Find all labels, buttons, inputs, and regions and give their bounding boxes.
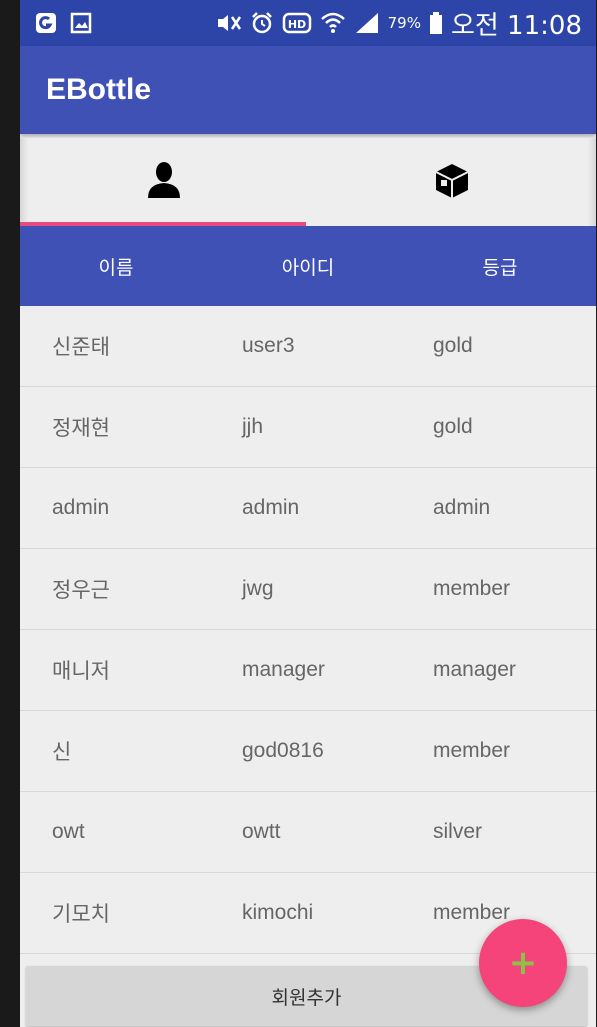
hd-icon: HD <box>282 11 312 35</box>
table-row[interactable]: admin admin admin <box>20 468 596 549</box>
cell-name: owt <box>52 820 85 843</box>
signal-icon <box>354 11 380 35</box>
cell-id: manager <box>242 658 325 681</box>
battery-icon <box>429 11 443 35</box>
tab-bar <box>20 138 596 226</box>
cell-grade: admin <box>433 496 491 519</box>
g-app-icon <box>34 11 58 35</box>
header-name: 이름 <box>98 256 134 279</box>
phone-screen: HD 79% 오전 11:08 EBottle 이름 아이디 등급 신준태 us… <box>20 0 596 1027</box>
header-grade: 등급 <box>482 256 518 279</box>
svg-text:HD: HD <box>287 18 305 31</box>
fab-add-button[interactable]: + <box>479 919 567 1007</box>
cell-grade: gold <box>433 334 473 357</box>
cell-name: 매니저 <box>52 660 110 683</box>
cell-id: user3 <box>242 334 295 357</box>
cell-id: jwg <box>242 577 274 600</box>
header-id: 아이디 <box>281 256 335 279</box>
member-list: 신준태 user3 gold 정재현 jjh gold admin admin … <box>20 306 596 954</box>
app-bar: EBottle <box>20 46 596 134</box>
cell-name: admin <box>52 496 110 519</box>
alarm-icon <box>250 11 274 35</box>
cell-grade: member <box>433 577 511 600</box>
status-bar: HD 79% 오전 11:08 <box>20 0 596 46</box>
table-header: 이름 아이디 등급 <box>20 226 596 306</box>
cell-id: kimochi <box>242 901 314 924</box>
cell-grade: manager <box>433 658 516 681</box>
tab-members[interactable] <box>20 138 308 226</box>
app-title: EBottle <box>46 73 151 106</box>
box-icon <box>432 160 472 204</box>
tab-products[interactable] <box>308 138 596 226</box>
person-icon <box>146 160 182 204</box>
table-row[interactable]: 매니저 manager manager <box>20 630 596 711</box>
cell-grade: member <box>433 739 511 762</box>
tab-bar-edge <box>588 138 596 226</box>
plus-icon: + <box>508 943 538 983</box>
cell-name: 신 <box>52 741 72 764</box>
cell-id: owtt <box>242 820 281 843</box>
wifi-icon <box>320 11 346 35</box>
cell-grade: silver <box>433 820 483 843</box>
table-row[interactable]: 정재현 jjh gold <box>20 387 596 468</box>
table-row[interactable]: 신 god0816 member <box>20 711 596 792</box>
cell-id: god0816 <box>242 739 324 762</box>
table-row[interactable]: 정우근 jwg member <box>20 549 596 630</box>
cell-id: jjh <box>242 415 264 438</box>
battery-percent: 79% <box>387 14 421 32</box>
cell-name: 정재현 <box>52 417 110 440</box>
cell-name: 기모치 <box>52 903 110 926</box>
clock: 오전 11:08 <box>450 10 582 41</box>
cell-grade: member <box>433 901 511 924</box>
cell-name: 신준태 <box>52 336 110 359</box>
table-row[interactable]: owt owtt silver <box>20 792 596 873</box>
cell-grade: gold <box>433 415 473 438</box>
cell-name: 정우근 <box>52 579 110 602</box>
mute-icon <box>214 11 242 35</box>
table-row[interactable]: 신준태 user3 gold <box>20 306 596 387</box>
gallery-icon <box>70 12 92 34</box>
cell-id: admin <box>242 496 300 519</box>
